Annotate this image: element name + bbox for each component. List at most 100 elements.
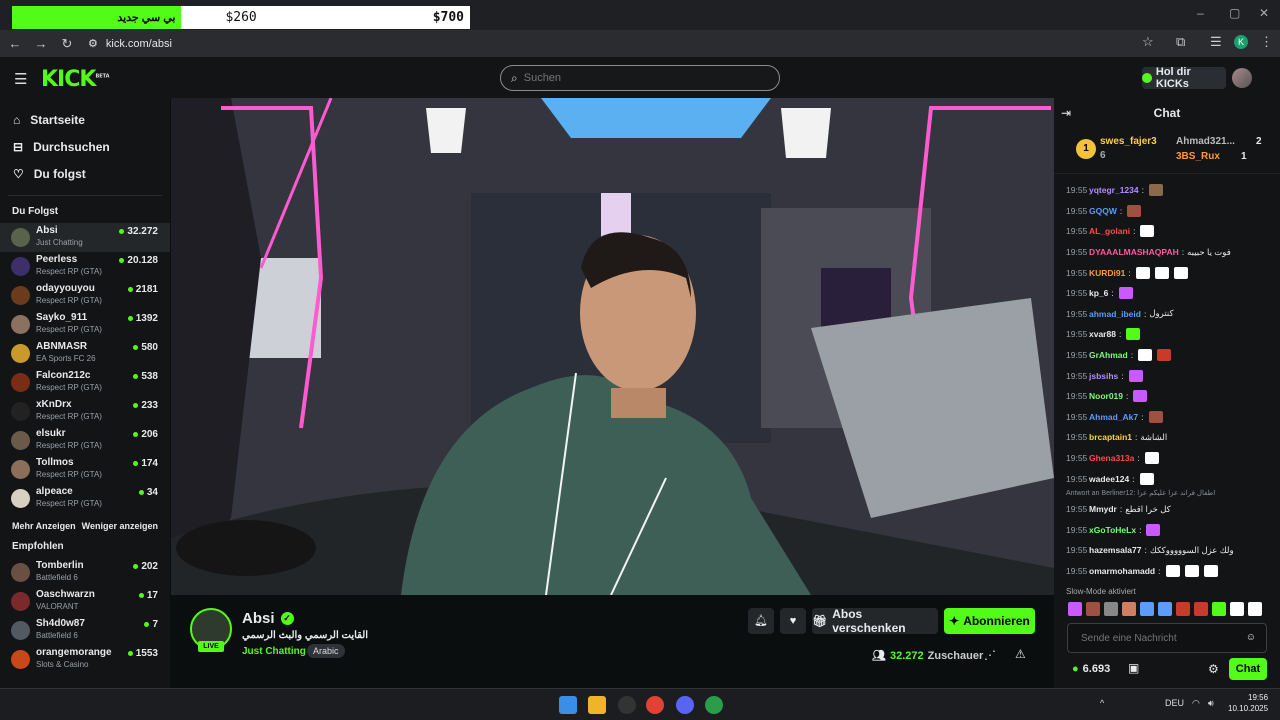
sidebar-channel[interactable]: ABNMASR EA Sports FC 26 580 [0,339,170,368]
message-username[interactable]: GrAhmad [1089,350,1128,360]
bookmark-star-icon[interactable]: ☆ [1142,34,1154,50]
channel-points[interactable]: ● 6.693 [1072,663,1110,675]
file-explorer-icon[interactable] [588,696,606,714]
leader-second-name[interactable]: Ahmad321... [1176,136,1235,147]
close-window-icon[interactable]: ✕ [1259,6,1269,20]
sidebar-channel[interactable]: Absi Just Chatting 32.272 [0,223,170,252]
reload-icon[interactable]: ↻ [54,36,80,52]
message-username[interactable]: Mmydr [1089,504,1117,514]
sidebar-channel[interactable]: odayyouyou Respect RP (GTA) 2181 [0,281,170,310]
minimize-icon[interactable]: – [1197,6,1204,20]
hamburger-menu-icon[interactable]: ☰ [14,70,27,88]
forward-icon[interactable]: → [28,36,54,51]
sidebar-nav-startseite[interactable]: ⌂ Startseite [0,106,170,133]
url-field[interactable]: ⚙ kick.com/absi [88,37,172,51]
sidebar-nav-durchsuchen[interactable]: ⊟ Durchsuchen [0,133,170,160]
sidebar-channel[interactable]: alpeace Respect RP (GTA) 34 [0,484,170,513]
chat-settings-icon[interactable]: ⚙ [1208,662,1219,676]
chat-input-box[interactable]: ☺ [1067,623,1267,653]
volume-icon[interactable]: 🔊︎ [1208,698,1214,709]
back-icon[interactable]: ← [2,36,28,51]
message-username[interactable]: xGoToHeLx [1089,525,1136,535]
sidebar-channel[interactable]: Tollmos Respect RP (GTA) 174 [0,455,170,484]
quick-emote-icon[interactable] [1230,602,1244,616]
wifi-icon[interactable]: ◠ [1192,698,1200,709]
sidebar-nav-du-folgst[interactable]: ♡ Du folgst [0,160,170,187]
emoji-icon[interactable]: ☺ [1246,632,1256,643]
quick-emote-icon[interactable] [1176,602,1190,616]
quick-emote-icon[interactable] [1194,602,1208,616]
language-indicator[interactable]: DEU [1165,698,1184,708]
message-username[interactable]: AL_golani [1089,226,1130,236]
search-box[interactable]: ⌕ [500,65,780,91]
sidebar-channel[interactable]: Sayko_911 Respect RP (GTA) 1392 [0,310,170,339]
quick-emote-icon[interactable] [1086,602,1100,616]
quick-emote-icon[interactable] [1068,602,1082,616]
show-more-link[interactable]: Mehr Anzeigen [12,521,76,531]
system-clock[interactable]: 19:56 10.10.2025 [1228,692,1268,714]
url-text[interactable]: kick.com/absi [106,38,172,50]
user-avatar[interactable] [1232,68,1252,88]
message-username[interactable]: DYAAALMASHAQPAH [1089,247,1179,257]
message-username[interactable]: Ahmad_Ak7 [1089,412,1138,422]
quick-emote-icon[interactable] [1104,602,1118,616]
notification-bell-icon[interactable]: 🔔︎ [748,608,774,634]
stream-category[interactable]: Just Chatting [242,646,306,657]
sidebar-channel[interactable]: orangemorange Slots & Casino 1553 [0,645,170,674]
message-username[interactable]: ahmad_ibeid [1089,309,1141,319]
search-input[interactable] [523,72,744,84]
sidebar-channel[interactable]: Falcon212c Respect RP (GTA) 538 [0,368,170,397]
extensions-icon[interactable]: ⧉ [1176,34,1185,50]
sidebar-channel[interactable]: Sh4d0w87 Battlefield 6 7 [0,616,170,645]
sidebar-channel[interactable]: elsukr Respect RP (GTA) 206 [0,426,170,455]
sidebar-channel[interactable]: xKnDrx Respect RP (GTA) 233 [0,397,170,426]
chat-input[interactable] [1081,632,1241,644]
chrome-icon[interactable] [646,696,664,714]
kick-logo[interactable]: KICKBETA [41,67,110,92]
message-username[interactable]: omarmohamadd [1089,566,1155,576]
leader-first-name[interactable]: swes_fajer3 [1100,136,1157,147]
message-username[interactable]: xvar88 [1089,329,1116,339]
app-icon[interactable] [618,696,636,714]
message-username[interactable]: GQQW [1089,206,1117,216]
chat-send-button[interactable]: Chat [1229,658,1267,680]
chrome-active-icon[interactable] [705,696,723,714]
message-username[interactable]: hazemsala77 [1089,545,1141,555]
message-username[interactable]: Ghena313a [1089,453,1134,463]
tray-overflow-icon[interactable]: ^ [1100,698,1104,708]
collapse-chat-icon[interactable]: ⇥ [1061,106,1071,120]
leader-third-name[interactable]: 3BS_Rux [1176,151,1220,162]
video-player[interactable] [171,98,1054,595]
site-info-icon[interactable]: ⚙ [88,37,98,50]
quick-emote-icon[interactable] [1140,602,1154,616]
message-username[interactable]: KURDi91 [1089,268,1125,278]
quick-emote-icon[interactable] [1122,602,1136,616]
share-icon[interactable]: ⋰ [984,648,996,662]
message-username[interactable]: jsbsihs [1089,371,1118,381]
quick-emote-icon[interactable] [1248,602,1262,616]
get-kicks-button[interactable]: Hol dir KICKs [1142,66,1226,90]
reply-reference[interactable]: Antwort an Berliner12: اطفال فراند عزا ع… [1054,489,1280,499]
quick-emote-icon[interactable] [1158,602,1172,616]
reading-list-icon[interactable]: ☰ [1210,34,1222,50]
store-icon[interactable]: ▣ [1128,661,1139,675]
start-icon[interactable] [559,696,577,714]
streamer-name[interactable]: Absi ✓ [242,610,294,627]
discord-icon[interactable] [676,696,694,714]
menu-icon[interactable]: ⋮ [1260,34,1273,50]
sidebar-channel[interactable]: Tomberlin Battlefield 6 202 [0,558,170,587]
follow-heart-icon[interactable]: ♥ [780,608,806,634]
gift-subs-button[interactable]: 🎁︎ Abos verschenken [812,607,938,635]
sidebar-channel[interactable]: Peerless Respect RP (GTA) 20.128 [0,252,170,281]
show-less-link[interactable]: Weniger anzeigen [82,521,158,531]
stream-tag[interactable]: Arabic [307,644,345,658]
message-username[interactable]: Noor019 [1089,391,1123,401]
message-username[interactable]: wadee124 [1089,474,1129,484]
message-username[interactable]: brcaptain1 [1089,432,1132,442]
report-icon[interactable]: ⚠ [1015,647,1026,661]
subscribe-button[interactable]: ✦ Abonnieren [944,608,1035,634]
sidebar-channel[interactable]: Oaschwarzn VALORANT 17 [0,587,170,616]
profile-avatar[interactable]: K [1234,35,1248,49]
message-username[interactable]: yqtegr_1234 [1089,185,1139,195]
message-username[interactable]: kp_6 [1089,288,1108,298]
